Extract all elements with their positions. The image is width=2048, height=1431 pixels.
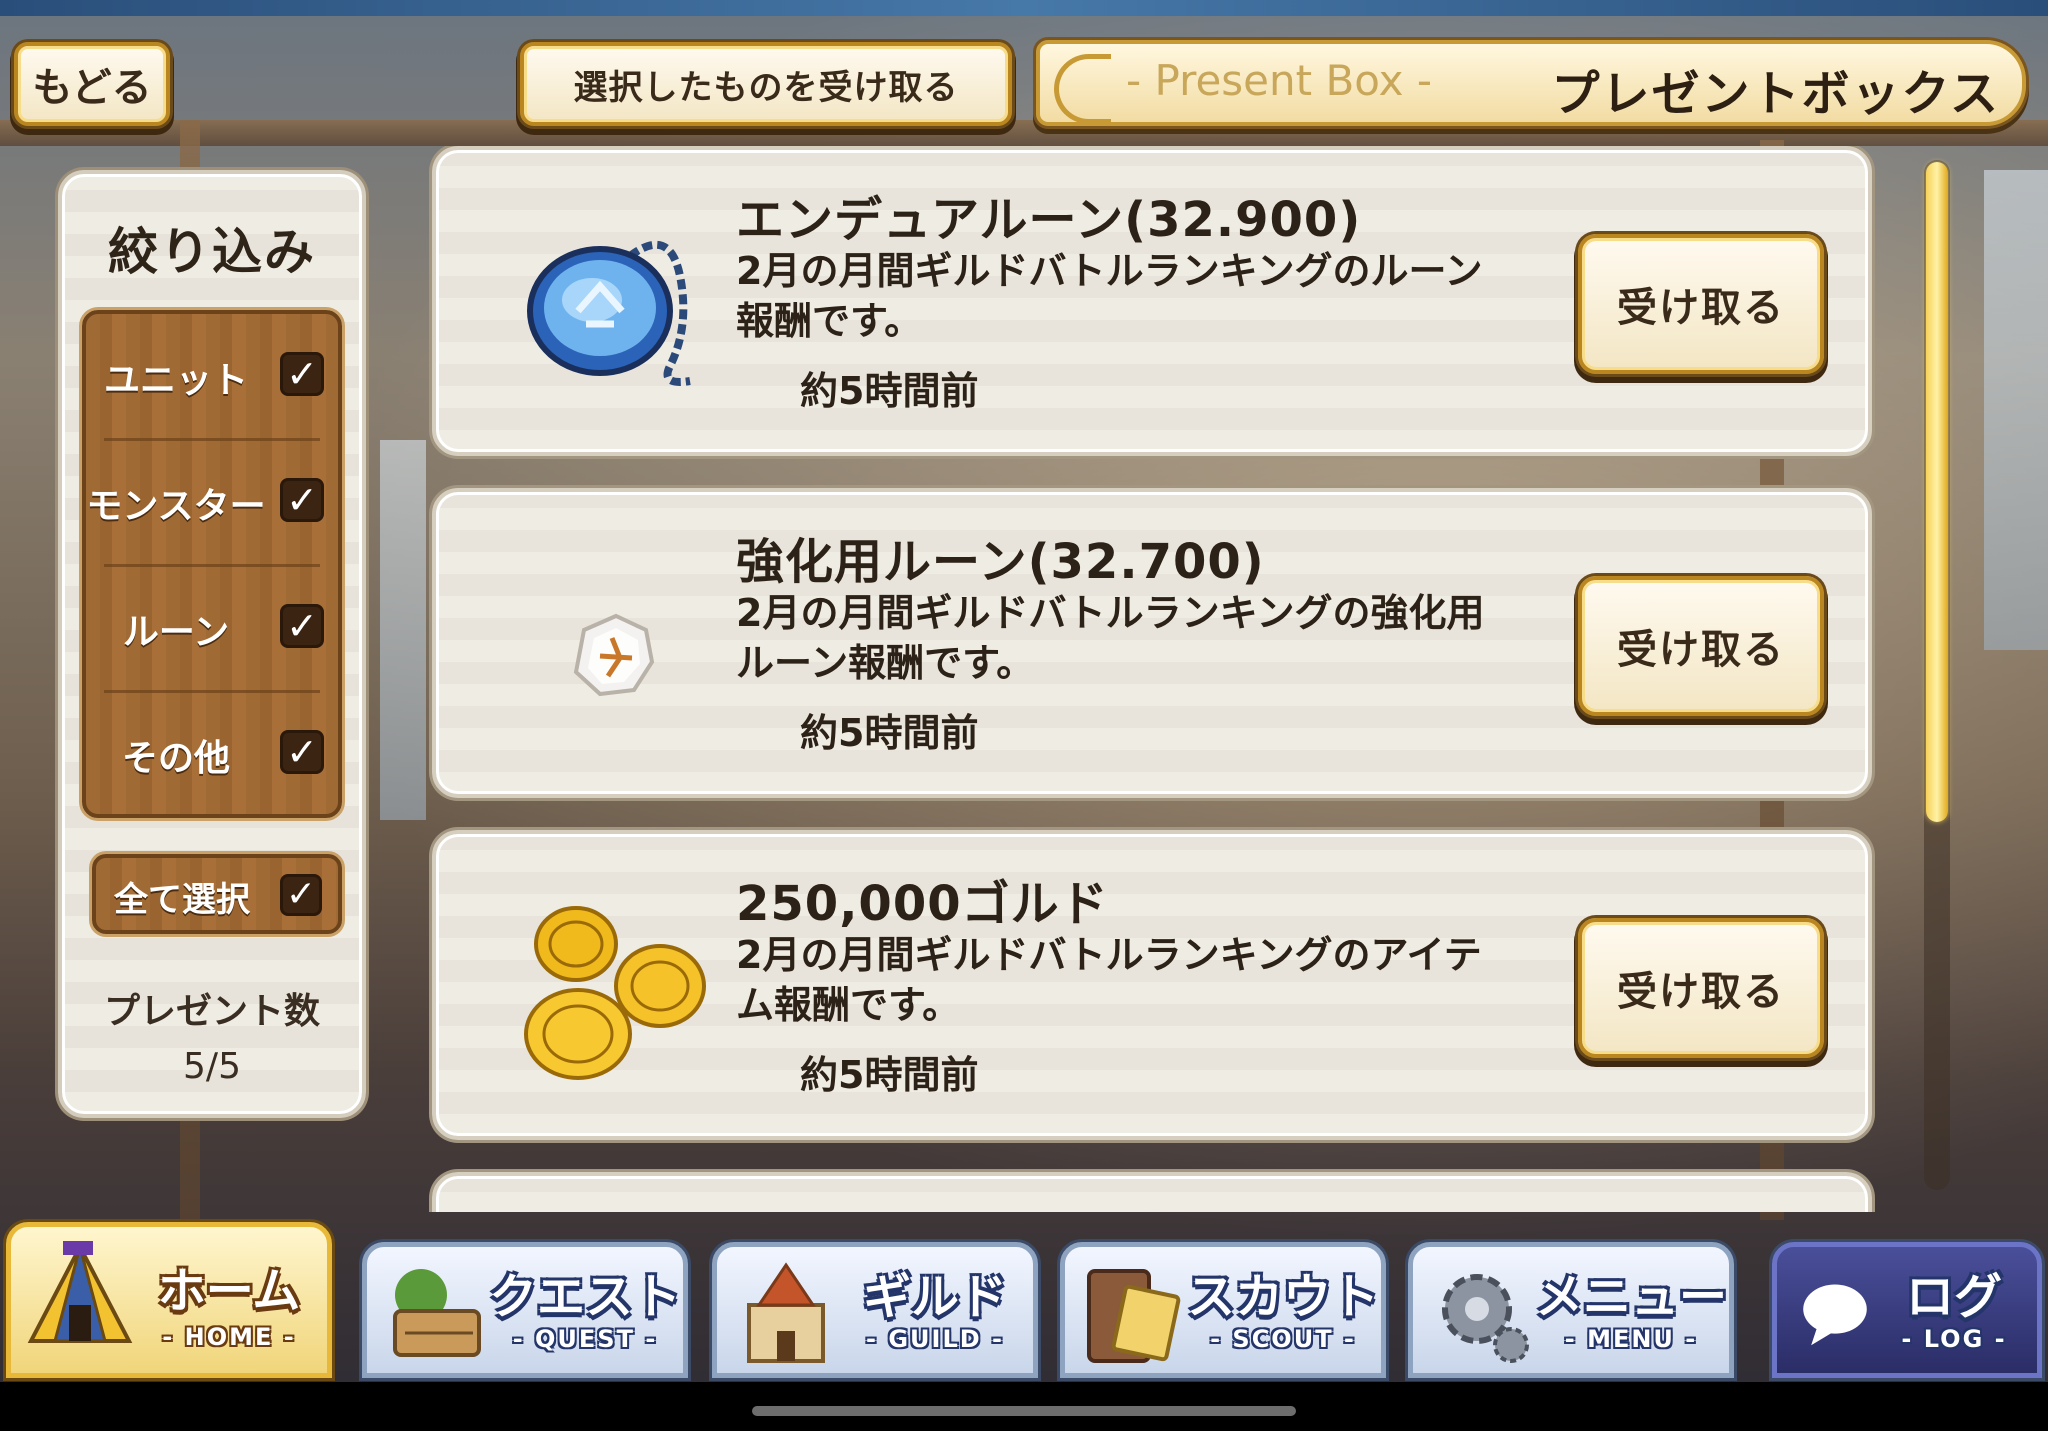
receive-button[interactable]: 受け取る <box>1578 576 1824 716</box>
filter-label: ユニット <box>103 360 248 401</box>
present-name: エンデュアルーン(32.900) <box>736 192 1362 248</box>
chat-bubble-icon <box>1803 1284 1867 1346</box>
filter-panel: 絞り込み ユニット ✓ モンスター ✓ ルーン ✓ その他 ✓ 全て選択 ✓ プ… <box>58 170 366 1118</box>
nav-tab-quest[interactable]: クエスト - QUEST - <box>362 1242 688 1378</box>
present-name: 250,000ゴルド <box>736 876 1109 932</box>
filter-item-rune[interactable]: ルーン ✓ <box>86 566 338 692</box>
nav-tab-home[interactable]: ホーム - HOME - <box>6 1222 332 1378</box>
top-decor-strip <box>0 0 2048 16</box>
nav-sublabel: - HOME - <box>162 1323 296 1351</box>
nav-sublabel: - LOG - <box>1901 1325 2007 1353</box>
filter-label: その他 <box>121 738 230 779</box>
scout-scroll-icon <box>1087 1269 1181 1363</box>
present-time: 約5時間前 <box>800 369 979 413</box>
present-time: 約5時間前 <box>800 711 979 755</box>
castle-icon <box>747 1262 825 1363</box>
nav-label: クエスト <box>488 1269 681 1325</box>
nav-label: メニュー <box>1534 1269 1727 1325</box>
nav-tab-menu[interactable]: メニュー - MENU - <box>1408 1242 1734 1378</box>
receive-button[interactable]: 受け取る <box>1578 234 1824 374</box>
filter-label: モンスター <box>86 486 266 527</box>
nav-label: ギルド <box>862 1269 1007 1325</box>
present-card: 強化用ルーン(32.700) 2月の月間ギルドバトルランキングの強化用ルーン報酬… <box>432 488 1872 798</box>
nav-sublabel: - GUILD - <box>866 1325 1004 1353</box>
gear-icon <box>1442 1274 1529 1363</box>
window <box>1984 170 2048 650</box>
checkbox-checked-icon[interactable]: ✓ <box>280 730 324 774</box>
title-banner: - Present Box - プレゼントボックス <box>1036 40 2026 126</box>
nav-tab-log[interactable]: ログ - LOG - <box>1772 1242 2042 1378</box>
back-button[interactable]: もどる <box>14 42 170 126</box>
receive-selected-button[interactable]: 選択したものを受け取る <box>520 42 1012 126</box>
present-description: 2月の月間ギルドバトルランキングのルーン報酬です。 <box>736 249 1483 343</box>
present-card: 250,000ゴルド 2月の月間ギルドバトルランキングのアイテム報酬です。 約5… <box>432 830 1872 1140</box>
present-card-partial <box>432 1172 1872 1212</box>
nav-tab-guild[interactable]: ギルド - GUILD - <box>712 1242 1038 1378</box>
checkbox-checked-icon[interactable]: ✓ <box>280 478 324 522</box>
ornament-swirl <box>1054 54 1111 124</box>
nav-label: ホーム <box>157 1263 301 1319</box>
nav-label: ログ <box>1905 1269 2002 1325</box>
filter-item-monster[interactable]: モンスター ✓ <box>86 440 338 566</box>
endure-rune-amulet-icon <box>527 240 691 386</box>
title-english: - Present Box - <box>1126 56 1433 105</box>
select-all-label: 全て選択 <box>114 880 250 920</box>
present-card: エンデュアルーン(32.900) 2月の月間ギルドバトルランキングのルーン報酬で… <box>432 146 1872 456</box>
filter-title: 絞り込み <box>108 223 316 281</box>
checkbox-checked-icon[interactable]: ✓ <box>280 352 324 396</box>
present-time: 約5時間前 <box>800 1053 979 1097</box>
home-indicator[interactable] <box>752 1406 1296 1416</box>
nav-label: スカウト <box>1186 1269 1379 1325</box>
page-title: プレゼントボックス <box>1551 66 2000 122</box>
checkbox-checked-icon[interactable]: ✓ <box>280 604 324 648</box>
receive-button[interactable]: 受け取る <box>1578 918 1824 1058</box>
gold-coins-icon <box>524 906 706 1080</box>
tent-icon <box>27 1241 133 1343</box>
nav-sublabel: - MENU - <box>1564 1325 1698 1353</box>
filter-label: ルーン <box>122 612 230 653</box>
present-description: 2月の月間ギルドバトルランキングの強化用ルーン報酬です。 <box>736 591 1485 685</box>
present-count-value: 5/5 <box>183 1046 241 1087</box>
present-count-label: プレゼント数 <box>103 991 320 1032</box>
nav-tab-scout[interactable]: スカウト - SCOUT - <box>1060 1242 1386 1378</box>
window <box>380 440 426 820</box>
filter-item-other[interactable]: その他 ✓ <box>86 692 338 818</box>
filter-list: ユニット ✓ モンスター ✓ ルーン ✓ その他 ✓ <box>82 310 342 818</box>
present-name: 強化用ルーン(32.700) <box>736 534 1265 590</box>
nav-sublabel: - QUEST - <box>512 1325 658 1353</box>
bottom-nav: ホーム - HOME - クエスト - QUEST - ギルド - GUILD … <box>0 1222 2048 1382</box>
filter-item-unit[interactable]: ユニット ✓ <box>86 314 338 440</box>
present-description: 2月の月間ギルドバトルランキングのアイテム報酬です。 <box>736 933 1482 1027</box>
nav-sublabel: - SCOUT - <box>1210 1325 1356 1353</box>
checkbox-checked-icon[interactable]: ✓ <box>280 874 322 916</box>
quest-map-icon <box>393 1269 481 1357</box>
enhancement-rune-crystal-icon <box>573 613 655 697</box>
select-all-toggle[interactable]: 全て選択 ✓ <box>92 854 342 934</box>
present-list[interactable]: エンデュアルーン(32.900) 2月の月間ギルドバトルランキングのルーン報酬で… <box>426 146 1878 1212</box>
scrollbar-thumb[interactable] <box>1926 162 1948 822</box>
